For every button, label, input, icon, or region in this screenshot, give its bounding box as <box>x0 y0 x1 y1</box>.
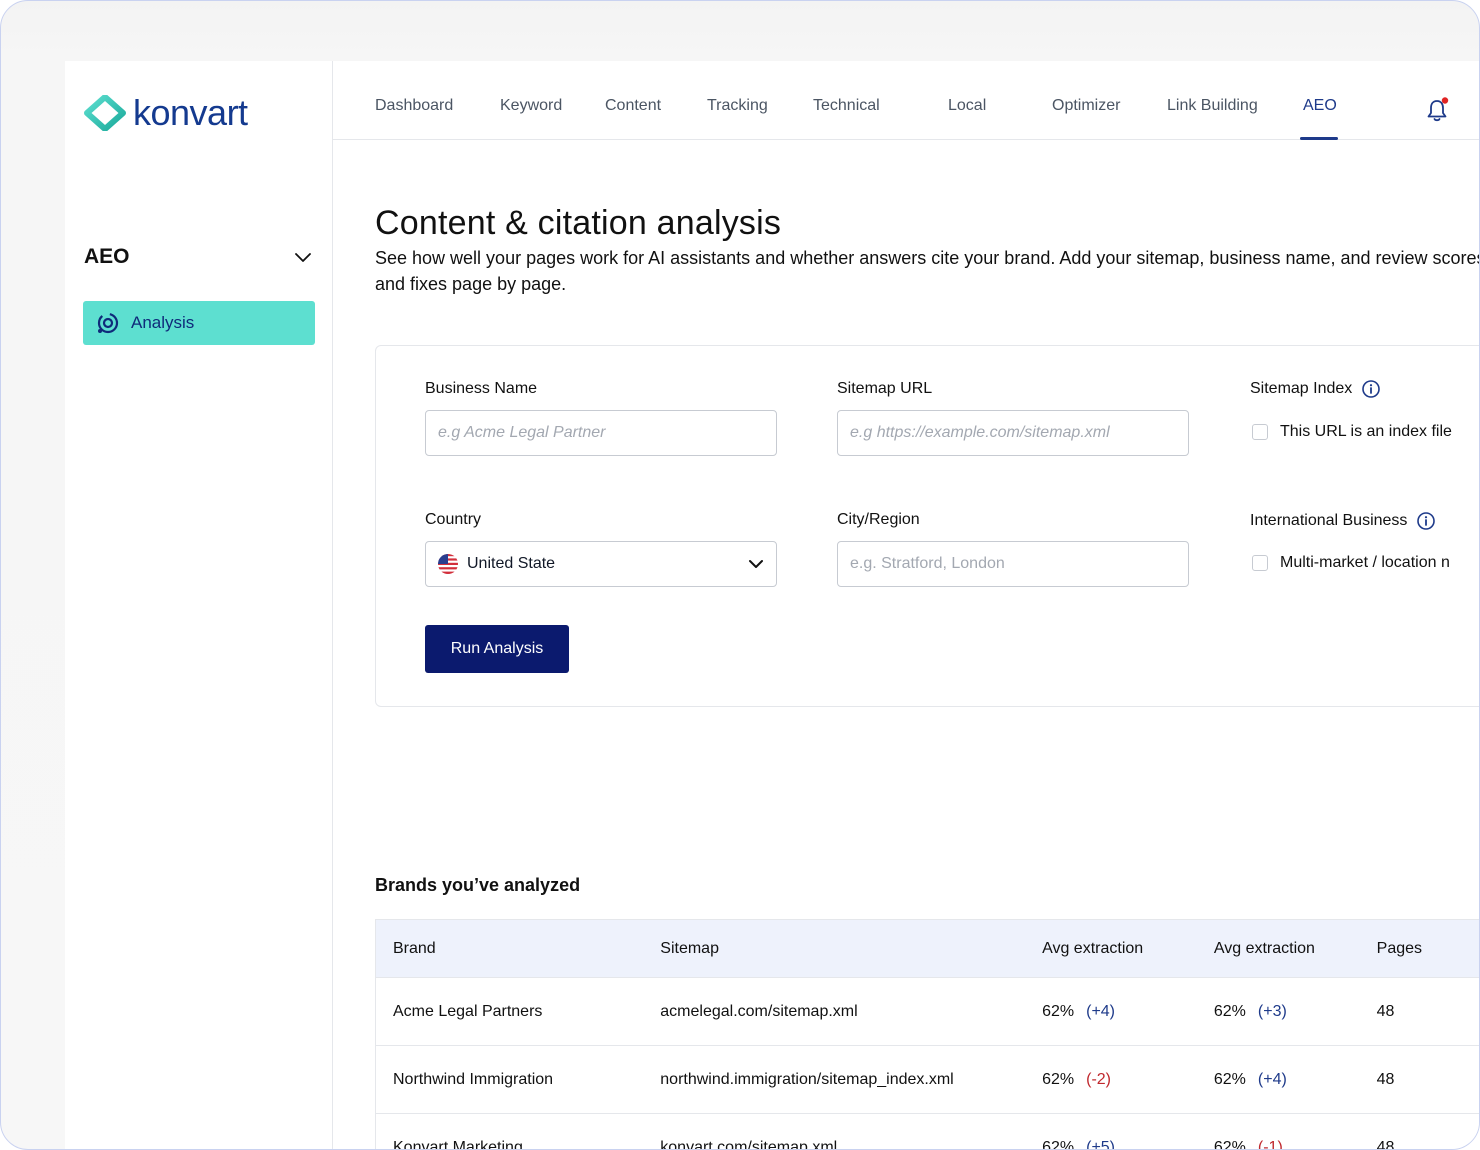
column-header-avg-extraction[interactable]: Avg extraction <box>1025 919 1197 978</box>
pages-cell: 48 <box>1359 1113 1479 1149</box>
delta-badge: (+4) <box>1257 1070 1287 1088</box>
tab-optimizer[interactable]: Optimizer <box>1052 97 1120 115</box>
app-frame: konvart AEO Analysis Dashboard Keyword C… <box>0 0 1480 1150</box>
tab-technical[interactable]: Technical <box>813 97 880 115</box>
sitemap-index-label: Sitemap Index <box>1250 380 1381 398</box>
analysis-form: Business Name e.g Acme Legal Partner Sit… <box>375 345 1479 707</box>
logo[interactable]: konvart <box>83 95 248 131</box>
bell-icon[interactable] <box>1425 97 1449 123</box>
city-region-input[interactable]: e.g. Stratford, London <box>837 541 1189 587</box>
pages-cell: 48 <box>1359 977 1479 1046</box>
sidebar: konvart AEO Analysis <box>65 61 333 1149</box>
column-header-pages[interactable]: Pages <box>1359 919 1479 978</box>
tab-keyword[interactable]: Keyword <box>500 97 562 115</box>
logo-text: konvart <box>133 92 248 133</box>
tab-dashboard[interactable]: Dashboard <box>375 97 453 115</box>
tab-content[interactable]: Content <box>605 97 661 115</box>
column-header-avg-extraction-2[interactable]: Avg extraction <box>1196 919 1360 978</box>
sidebar-section-aeo[interactable]: AEO <box>84 245 312 269</box>
sidebar-section-title: AEO <box>84 245 130 268</box>
avg-extraction-cell-2: 62% (+3) <box>1196 977 1360 1046</box>
app-window: konvart AEO Analysis Dashboard Keyword C… <box>65 61 1480 1150</box>
run-analysis-button[interactable]: Run Analysis <box>425 625 569 673</box>
sitemap-url-input[interactable]: e.g https://example.com/sitemap.xml <box>837 410 1189 456</box>
top-nav: Dashboard Keyword Content Tracking Techn… <box>333 61 1479 140</box>
delta-badge: (+5) <box>1086 1138 1116 1150</box>
page-description: See how well your pages work for AI assi… <box>375 248 1480 294</box>
info-icon[interactable] <box>1362 380 1381 398</box>
table-header-row: Brand Sitemap Avg extraction Avg extract… <box>375 919 1479 978</box>
international-business-option[interactable]: Multi-market / location n <box>1252 554 1450 572</box>
sitemap-cell: konvart.com/sitemap.xml <box>643 1113 1026 1149</box>
tab-aeo[interactable]: AEO <box>1303 97 1337 115</box>
avg-extraction-cell-2: 62% (-1) <box>1196 1113 1360 1150</box>
tab-local[interactable]: Local <box>948 97 986 115</box>
city-region-label: City/Region <box>837 511 920 528</box>
sitemap-index-option[interactable]: This URL is an index file <box>1252 423 1452 441</box>
analysis-icon <box>97 312 119 334</box>
international-business-checkbox-label: Multi-market / location n <box>1280 554 1450 571</box>
brand-cell: Northwind Immigration <box>375 1045 644 1114</box>
sitemap-url-label: Sitemap URL <box>837 380 933 397</box>
sitemap-index-checkbox[interactable] <box>1252 424 1268 440</box>
brands-section-title: Brands you’ve analyzed <box>375 875 581 895</box>
business-name-label: Business Name <box>425 380 538 397</box>
sidebar-item-analysis[interactable]: Analysis <box>83 301 315 345</box>
sitemap-cell: acmelegal.com/sitemap.xml <box>643 977 1026 1046</box>
konvart-logo-icon <box>84 95 126 131</box>
brand-cell: Acme Legal Partners <box>375 977 644 1046</box>
delta-badge: (+3) <box>1257 1002 1287 1020</box>
tab-tracking[interactable]: Tracking <box>707 97 768 115</box>
table-row[interactable]: Konvart Marketing konvart.com/sitemap.xm… <box>375 1113 1479 1150</box>
delta-badge: (-2) <box>1086 1070 1111 1088</box>
country-label: Country <box>425 511 482 528</box>
page-title: Content & citation analysis <box>375 203 782 242</box>
country-value: United State <box>467 555 556 572</box>
country-select[interactable]: United State <box>425 541 777 587</box>
info-icon[interactable] <box>1417 512 1436 530</box>
sitemap-url-placeholder: e.g https://example.com/sitemap.xml <box>850 424 1110 441</box>
delta-badge: (-1) <box>1257 1138 1283 1150</box>
business-name-input[interactable]: e.g Acme Legal Partner <box>425 410 777 456</box>
pages-cell: 48 <box>1359 1045 1479 1114</box>
table-row[interactable]: Acme Legal Partners acmelegal.com/sitema… <box>375 977 1479 1046</box>
main-content: Content & citation analysis See how well… <box>375 139 1480 1150</box>
business-name-placeholder: e.g Acme Legal Partner <box>438 424 606 441</box>
column-header-sitemap[interactable]: Sitemap <box>643 919 1026 978</box>
sitemap-cell: northwind.immigration/sitemap_index.xml <box>643 1045 1026 1114</box>
sidebar-item-label: Analysis <box>131 313 195 332</box>
chevron-down-icon <box>295 253 311 262</box>
brand-cell: Konvart Marketing <box>375 1113 644 1149</box>
international-business-label: International Business <box>1250 512 1436 530</box>
avg-extraction-cell: 62% (+5) <box>1025 1113 1197 1150</box>
city-region-placeholder: e.g. Stratford, London <box>850 555 1005 572</box>
chevron-down-icon <box>749 560 763 568</box>
tab-link-building[interactable]: Link Building <box>1167 97 1258 115</box>
sitemap-index-checkbox-label: This URL is an index file <box>1280 423 1452 440</box>
delta-badge: (+4) <box>1086 1002 1116 1020</box>
avg-extraction-cell: 62% (+4) <box>1025 977 1197 1046</box>
international-business-checkbox[interactable] <box>1252 555 1268 571</box>
table-row[interactable]: Northwind Immigration northwind.immigrat… <box>375 1045 1479 1114</box>
brands-table: Brand Sitemap Avg extraction Avg extract… <box>375 919 1479 1150</box>
us-flag-icon <box>438 554 458 574</box>
column-header-brand[interactable]: Brand <box>375 919 644 978</box>
avg-extraction-cell: 62% (-2) <box>1025 1045 1197 1114</box>
avg-extraction-cell-2: 62% (+4) <box>1196 1045 1360 1114</box>
